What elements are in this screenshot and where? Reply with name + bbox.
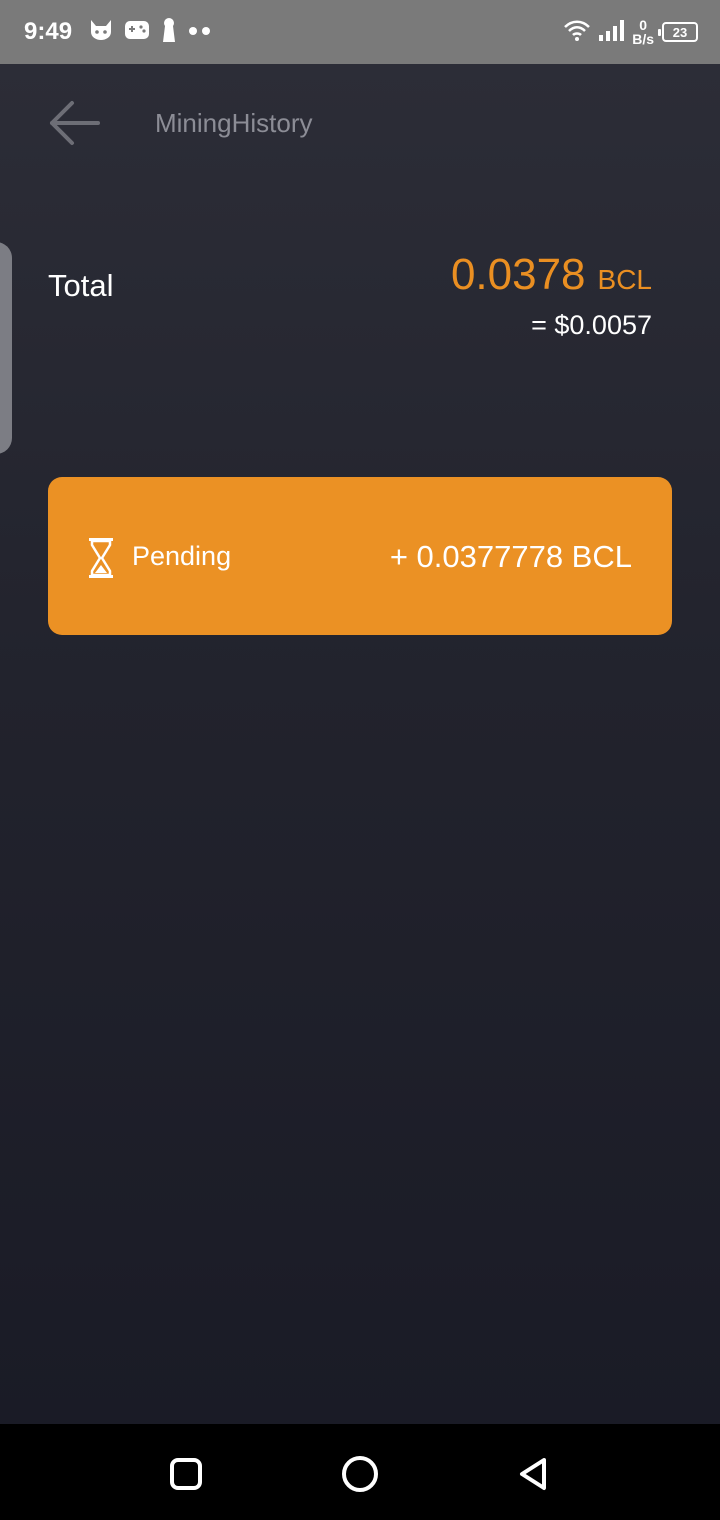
net-speed-value: 0 bbox=[639, 17, 647, 33]
triangle-back-icon bbox=[520, 1458, 546, 1490]
side-drawer-handle[interactable] bbox=[0, 242, 12, 454]
net-speed: 0 B/s bbox=[632, 18, 654, 46]
total-label: Total bbox=[48, 268, 114, 303]
battery-icon: 23 bbox=[658, 22, 698, 42]
navigation-bar bbox=[0, 1424, 720, 1520]
square-icon bbox=[170, 1458, 202, 1490]
net-speed-unit: B/s bbox=[632, 31, 654, 47]
cat-icon bbox=[88, 18, 114, 47]
page-title: MiningHistory bbox=[155, 108, 313, 138]
total-usd-value: = $0.0057 bbox=[531, 310, 652, 340]
total-amount: 0.0378 BCL bbox=[451, 250, 652, 300]
pending-amount: + 0.0377778 BCL bbox=[389, 539, 632, 574]
back-nav-button[interactable] bbox=[512, 1452, 556, 1496]
wifi-icon bbox=[564, 19, 591, 46]
status-bar: 9:49 0 B/s 23 bbox=[0, 0, 720, 64]
pending-transaction-card[interactable]: Pending + 0.0377778 BCL bbox=[48, 477, 672, 635]
keyhole-icon bbox=[160, 17, 178, 48]
mining-history-screen: MiningHistory Total 0.0378 BCL = $0.0057… bbox=[0, 64, 720, 1424]
signal-icon bbox=[598, 19, 625, 46]
notification-icons bbox=[88, 17, 212, 48]
home-button[interactable] bbox=[338, 1452, 382, 1496]
system-icons: 0 B/s 23 bbox=[564, 16, 698, 48]
hourglass-icon bbox=[89, 538, 113, 578]
arrow-left-icon bbox=[50, 101, 100, 145]
back-button[interactable] bbox=[42, 94, 106, 152]
recents-button[interactable] bbox=[164, 1452, 208, 1496]
gamepad-icon bbox=[124, 18, 150, 47]
pending-label: Pending bbox=[132, 541, 232, 571]
total-amount-unit: BCL bbox=[597, 264, 652, 295]
total-amount-value: 0.0378 bbox=[450, 250, 586, 299]
status-time: 9:49 bbox=[24, 18, 73, 45]
more-notifications-icon bbox=[188, 23, 212, 41]
circle-icon bbox=[342, 1456, 378, 1492]
battery-level: 23 bbox=[672, 24, 688, 40]
